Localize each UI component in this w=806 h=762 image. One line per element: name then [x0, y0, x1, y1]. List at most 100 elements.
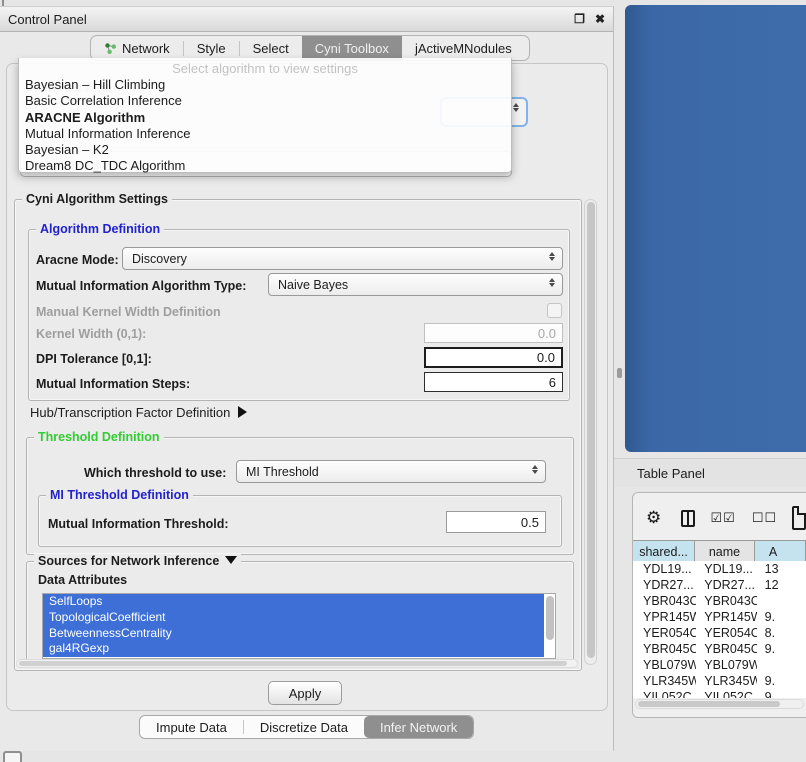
which-threshold-select[interactable]: MI Threshold: [236, 460, 546, 483]
table-horizontal-scrollbar[interactable]: [635, 699, 804, 709]
table-panel-title: Table Panel: [614, 466, 705, 481]
splitter-handle[interactable]: [617, 368, 622, 378]
tab-style[interactable]: Style: [184, 36, 239, 60]
group-title: MI Threshold Definition: [46, 488, 193, 502]
table-cell: YDL19...: [633, 562, 696, 576]
table-cell: YLR345W: [633, 674, 696, 688]
sources-title: Sources for Network Inference: [38, 554, 219, 568]
table-cell: 9.: [757, 690, 806, 698]
algorithm-option[interactable]: Bayesian – Hill Climbing: [19, 77, 511, 93]
mi-steps-value: 6: [549, 375, 556, 390]
table-row[interactable]: YLR345WYLR345W9.: [633, 673, 806, 689]
table-row[interactable]: YPR145WYPR145W9.: [633, 609, 806, 625]
table-row[interactable]: YDR27...YDR27...12: [633, 577, 806, 593]
collapse-arrow-icon: [225, 556, 237, 564]
kernel-width-label: Kernel Width (0,1):: [36, 327, 146, 341]
group-title: Cyni Algorithm Settings: [22, 192, 172, 206]
data-attribute-item[interactable]: BetweennessCentrality: [43, 626, 544, 642]
mi-steps-input[interactable]: 6: [424, 372, 563, 392]
apply-button[interactable]: Apply: [268, 681, 342, 705]
dpi-tolerance-value: 0.0: [537, 350, 555, 365]
table-cell: 12: [757, 578, 806, 592]
table-cell: 13: [757, 562, 806, 576]
tab-impute-data[interactable]: Impute Data: [140, 716, 243, 738]
settings-horizontal-scrollbar[interactable]: [16, 659, 578, 668]
table-row[interactable]: YBL079WYBL079W: [633, 657, 806, 673]
combo-stepper-icon: [532, 465, 538, 474]
aracne-mode-select[interactable]: Discovery: [122, 247, 563, 270]
hub-definition-label: Hub/Transcription Factor Definition: [30, 405, 230, 420]
kernel-width-input[interactable]: 0.0: [424, 323, 563, 343]
algorithm-option[interactable]: Dream8 DC_TDC Algorithm: [19, 158, 511, 174]
data-attributes-label: Data Attributes: [38, 573, 127, 587]
tab-cyni-toolbox[interactable]: Cyni Toolbox: [302, 36, 402, 60]
gear-icon[interactable]: ⚙: [646, 508, 661, 528]
table-row[interactable]: YIL052CYIL052C9.: [633, 689, 806, 698]
table-cell: YBR043C: [696, 594, 756, 608]
mi-steps-label: Mutual Information Steps:: [36, 377, 190, 391]
tab-label: Infer Network: [380, 720, 457, 735]
column-header-name[interactable]: name: [695, 541, 755, 562]
data-attribute-item[interactable]: SelfLoops: [43, 594, 544, 610]
table-row[interactable]: YBR045CYBR045C9.: [633, 641, 806, 657]
column-header-shared-name[interactable]: shared...: [633, 541, 695, 562]
mi-type-value: Naive Bayes: [278, 278, 348, 292]
tab-network[interactable]: Network: [91, 36, 183, 60]
column-header-clipped[interactable]: A: [755, 541, 806, 562]
tab-select[interactable]: Select: [240, 36, 302, 60]
manual-kernel-checkbox[interactable]: [547, 303, 562, 318]
mi-type-select[interactable]: Naive Bayes: [268, 273, 563, 296]
apply-button-label: Apply: [289, 686, 322, 701]
manual-kernel-label: Manual Kernel Width Definition: [36, 305, 221, 319]
bottom-tabbar: Impute Data Discretize Data Infer Networ…: [139, 715, 474, 739]
mi-type-label: Mutual Information Algorithm Type:: [36, 279, 246, 293]
which-threshold-value: MI Threshold: [246, 465, 319, 479]
combo-stepper-icon: [549, 278, 555, 287]
settings-vertical-scrollbar[interactable]: [584, 199, 597, 665]
group-title: Threshold Definition: [34, 430, 164, 444]
document-icon[interactable]: [792, 506, 806, 530]
hub-definition-section[interactable]: Hub/Transcription Factor Definition: [30, 405, 247, 420]
algorithm-option[interactable]: ARACNE Algorithm: [19, 110, 511, 126]
list-scrollbar[interactable]: [546, 596, 554, 640]
table-cell: YIL052C: [633, 690, 696, 698]
kernel-width-value: 0.0: [538, 326, 556, 341]
algorithm-popup-list: Bayesian – Hill ClimbingBasic Correlatio…: [19, 77, 511, 175]
algorithm-option[interactable]: Bayesian – K2: [19, 142, 511, 158]
data-attribute-item[interactable]: gal4RGexp: [43, 641, 544, 657]
columns-icon[interactable]: [681, 510, 694, 527]
control-panel-titlebar: Control Panel ❐ ✖: [0, 7, 613, 32]
table-cell: YER054C: [633, 626, 696, 640]
algorithm-option[interactable]: Basic Correlation Inference: [19, 93, 511, 109]
table-cell: 9.: [757, 642, 806, 656]
table-body: YDL19...YDL19...13YDR27...YDR27...12YBR0…: [633, 561, 806, 698]
deselect-all-checkboxes-icon[interactable]: ☐☐: [752, 510, 777, 526]
tab-jactivemnodules[interactable]: jActiveMNodules: [402, 36, 525, 60]
tab-infer-network[interactable]: Infer Network: [364, 716, 473, 738]
aracne-mode-value: Discovery: [132, 252, 187, 266]
tab-label: Style: [197, 41, 226, 56]
data-attribute-item[interactable]: TopologicalCoefficient: [43, 610, 544, 626]
network-icon: [104, 42, 117, 55]
group-title[interactable]: Sources for Network Inference: [34, 554, 241, 568]
docked-panel-icon[interactable]: [3, 751, 22, 762]
dpi-tolerance-input[interactable]: 0.0: [424, 347, 563, 368]
tab-discretize-data[interactable]: Discretize Data: [244, 716, 364, 738]
tab-label: jActiveMNodules: [415, 41, 512, 56]
table-row[interactable]: YDL19...YDL19...13: [633, 561, 806, 577]
close-icon[interactable]: ✖: [595, 12, 605, 26]
table-cell: 9.: [757, 674, 806, 688]
table-cell: YLR345W: [696, 674, 756, 688]
select-all-checkboxes-icon[interactable]: ☑☑: [711, 510, 736, 526]
algorithm-option[interactable]: Mutual Information Inference: [19, 126, 511, 142]
float-icon[interactable]: ❐: [574, 12, 585, 26]
table-row[interactable]: YBR043CYBR043C: [633, 593, 806, 609]
table-row[interactable]: YER054CYER054C8.: [633, 625, 806, 641]
mi-threshold-input[interactable]: 0.5: [446, 511, 546, 533]
table-cell: YBR043C: [633, 594, 696, 608]
table-toolbar: ⚙ ☑☑ ☐☐: [640, 500, 806, 536]
tab-label: Network: [122, 41, 170, 56]
table-cell: 9.: [757, 610, 806, 624]
tab-label: Impute Data: [156, 720, 227, 735]
tab-label: Discretize Data: [260, 720, 348, 735]
